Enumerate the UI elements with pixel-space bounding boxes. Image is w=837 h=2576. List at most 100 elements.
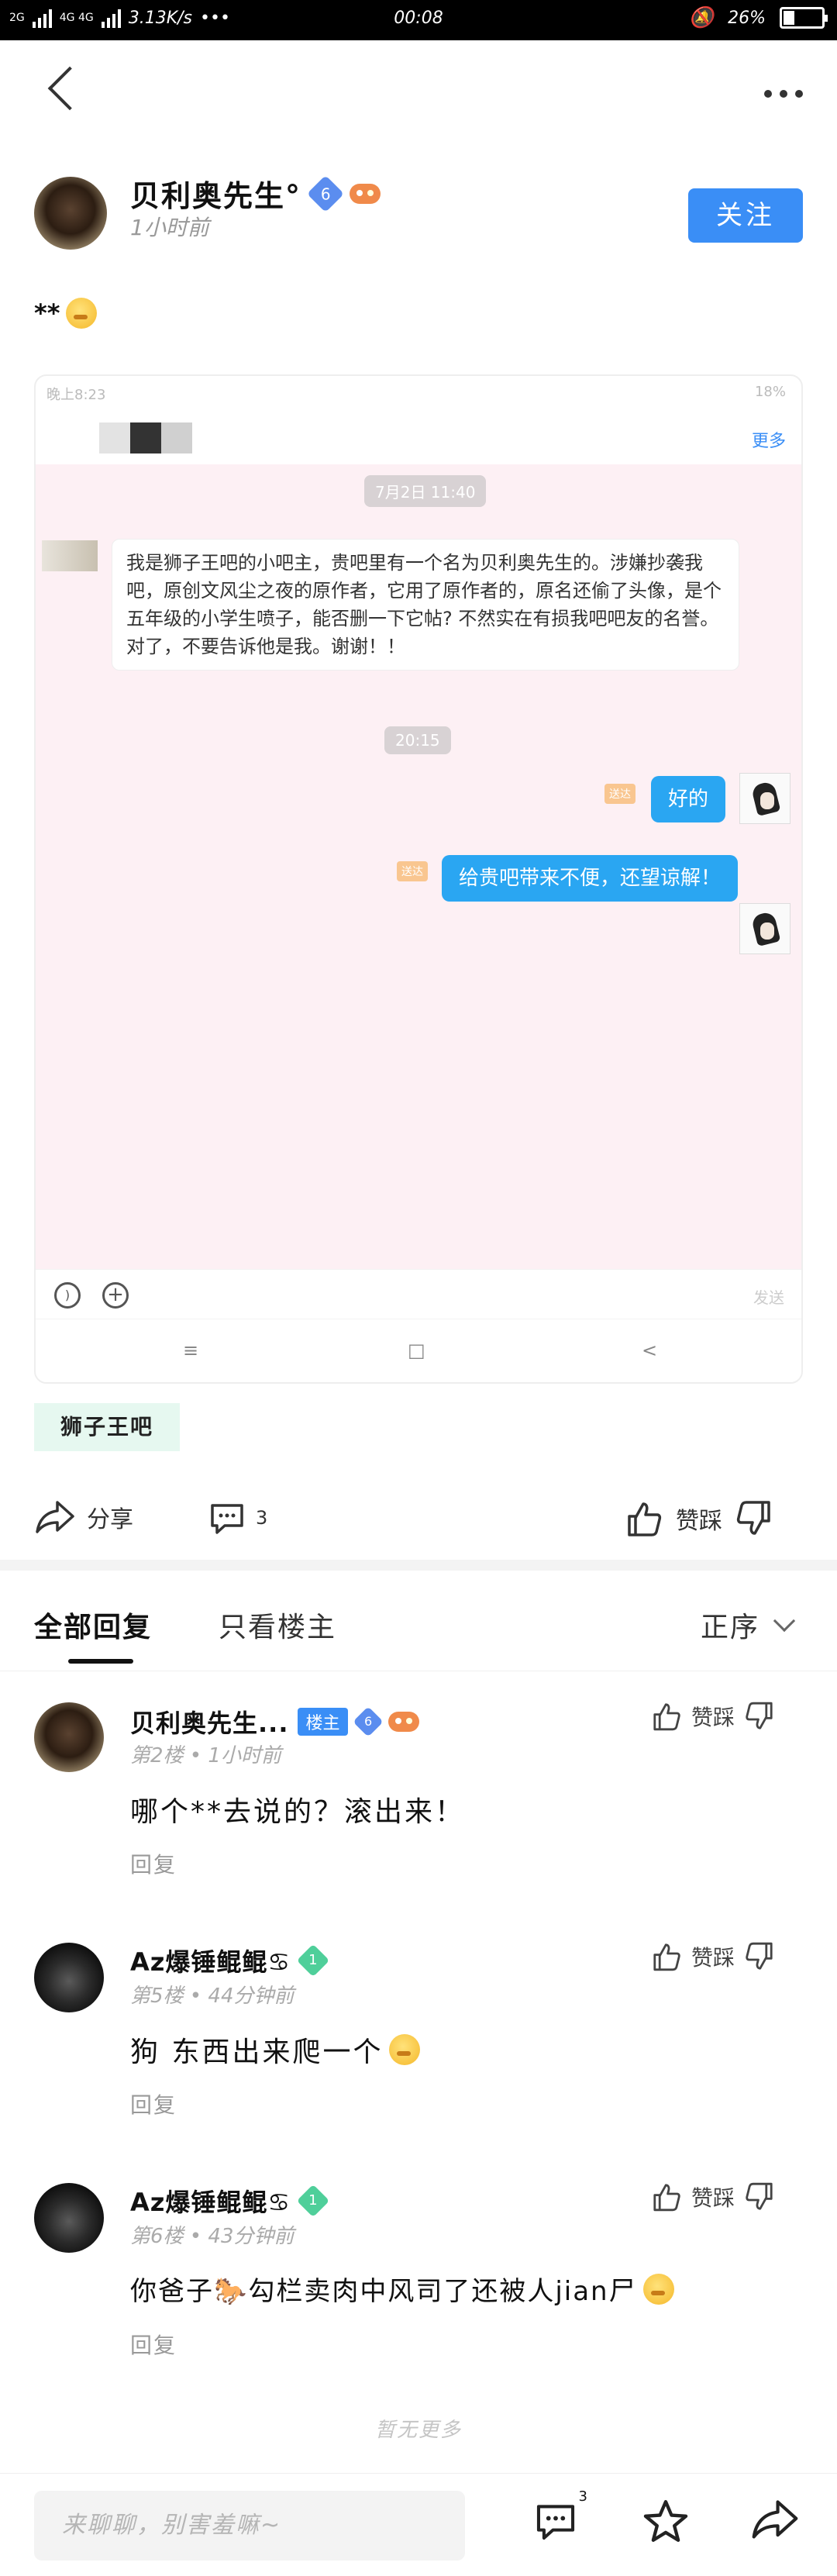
bell-muted-icon: 🔕 [688,6,715,29]
author-avatar[interactable] [34,177,107,250]
incoming-message: 我是狮子王吧的小吧主，贵吧里有一个名为贝利奥先生的。涉嫌抄袭我吧，原创文风尘之夜… [112,539,739,671]
sender-avatar [42,540,98,571]
comment-icon [536,2505,575,2540]
inner-input-row: ) + 发送 [36,1269,801,1319]
tab-all-replies[interactable]: 全部回复 [34,1605,152,1645]
section-divider [0,1560,837,1571]
time-chip: 20:15 [384,726,451,754]
reply-author[interactable]: Az爆锤鲲鲲♋ [130,2183,291,2219]
sort-dropdown[interactable]: 正序 [701,1605,796,1645]
reply-header: Az爆锤鲲鲲♋ 1 [130,2183,330,2219]
tab-op-only[interactable]: 只看楼主 [219,1605,336,1645]
comment-input[interactable]: 来聊聊，别害羞嘛~ [34,2491,465,2560]
share-icon [36,1501,74,1533]
reply-author[interactable]: 贝利奥先生... [130,1704,288,1740]
reply-body: 狗 东西出来爬一个 [130,2036,384,2068]
favorite-button[interactable] [642,2498,690,2547]
comment-action[interactable]: 3 [208,1499,267,1536]
inner-status-time: 晚上8:23 [46,387,106,403]
level-badge-icon: 6 [352,1706,384,1737]
sort-label: 正序 [701,1612,760,1643]
thumbs-down-icon[interactable] [744,2181,775,2212]
reply-meta: 第2楼 • 1小时前 [130,1744,281,1767]
tab-underline [68,1659,133,1664]
inner-nav-home: □ [408,1340,425,1361]
reply-body-row: 狗 东西出来爬一个 [130,2029,421,2070]
op-badge: 楼主 [298,1708,348,1736]
share-action[interactable]: 分享 [34,1499,133,1535]
reply-time: 1小时前 [208,1744,281,1767]
author-row: 贝利奥先生° 6 [130,172,381,215]
reply-author[interactable]: Az爆锤鲲鲲♋ [130,1943,291,1978]
status-bar: 2G 4G 4G 3.13K/s ••• 00:08 🔕 26% [0,0,837,40]
reply-header: Az爆锤鲲鲲♋ 1 [130,1943,330,1978]
thumbs-down-icon[interactable] [744,1941,775,1972]
reply-meta: 第5楼 • 44分钟前 [130,1985,294,2008]
comment-icon [211,1504,243,1534]
my-avatar [739,773,790,824]
reply-avatar[interactable] [34,1943,104,2012]
reply-button[interactable]: 回复 [130,2329,177,2360]
star-icon [643,2500,688,2542]
more-icon[interactable] [764,90,803,98]
reply-like-group: 赞踩 [651,1701,775,1732]
post-content: ** [34,298,98,329]
post-time: 1小时前 [130,215,209,240]
inner-nav-back: < [642,1340,658,1361]
battery-icon [780,7,828,29]
inner-nav-menu: ≡ [183,1340,199,1361]
like-label: 赞踩 [691,1705,735,1730]
reply-floor: 第2楼 [130,1744,184,1767]
no-more-label: 暂无更多 [374,2419,462,2442]
reply-avatar[interactable] [34,2183,104,2253]
chevron-down-icon [773,1609,796,1633]
date-chip: 7月2日 11:40 [364,475,487,507]
reply-button[interactable]: 回复 [130,2088,177,2119]
sent-tag-2: 送达 [397,861,428,881]
battery-percent: 26% [728,8,766,28]
post-image[interactable]: 晚上8:23 18% 更多 7月2日 11:40 我是狮子王吧的小吧主，贵吧里有… [34,374,803,1384]
gamepad-icon [350,183,381,204]
inner-more-link: 更多 [751,432,786,451]
thinking-emoji-icon [389,2034,421,2065]
reply-like-group: 赞踩 [651,2181,775,2212]
share-icon [752,2500,798,2539]
comment-count: 3 [256,1507,268,1529]
outgoing-message-1: 好的 [651,776,726,822]
level-badge-icon: 6 [306,174,345,212]
thumbs-up-icon[interactable] [651,1941,682,1972]
reply-button[interactable]: 回复 [130,1848,177,1879]
follow-button[interactable]: 关注 [688,188,803,243]
like-label: 赞踩 [691,1945,735,1971]
comment-badge: 3 [578,2488,587,2505]
share-bottom-button[interactable] [750,2498,800,2544]
thumbs-up-icon[interactable] [625,1499,663,1538]
title-bar [0,40,837,141]
my-avatar-2 [739,903,790,954]
voice-icon: ) [54,1282,81,1309]
thumbs-down-icon[interactable] [735,1499,773,1538]
author-name[interactable]: 贝利奥先生° [130,172,301,215]
back-icon[interactable] [47,66,92,111]
reply-avatar[interactable] [34,1702,104,1772]
reply-body: 你爸子🐎勾栏卖肉中风司了还被人jian尸 [130,2276,637,2307]
plus-icon: + [102,1282,129,1309]
inner-chat-header: 更多 [36,409,801,464]
reply-body-row: 你爸子🐎勾栏卖肉中风司了还被人jian尸 [130,2270,812,2308]
inner-status-battery: 18% [754,384,786,400]
thumbs-up-icon[interactable] [651,2181,682,2212]
reply-header: 贝利奥先生... 楼主 6 [130,1704,419,1740]
blurred-name-block-2 [130,422,161,453]
reply-meta: 第6楼 • 43分钟前 [130,2225,294,2248]
forum-tag[interactable]: 狮子王吧 [34,1403,180,1451]
thinking-emoji-icon [642,2273,674,2305]
reply-floor: 第5楼 [130,1985,184,2008]
like-label: 赞踩 [691,2185,735,2211]
thumbs-down-icon[interactable] [744,1701,775,1732]
comments-button[interactable]: 3 [533,2488,587,2546]
outgoing-message-2: 给贵吧带来不便，还望谅解！ [442,855,739,902]
blurred-name-block-3 [161,422,192,453]
post-text: ** [34,298,60,328]
thumbs-up-icon[interactable] [651,1701,682,1732]
like-action[interactable]: 赞踩 [625,1499,773,1538]
